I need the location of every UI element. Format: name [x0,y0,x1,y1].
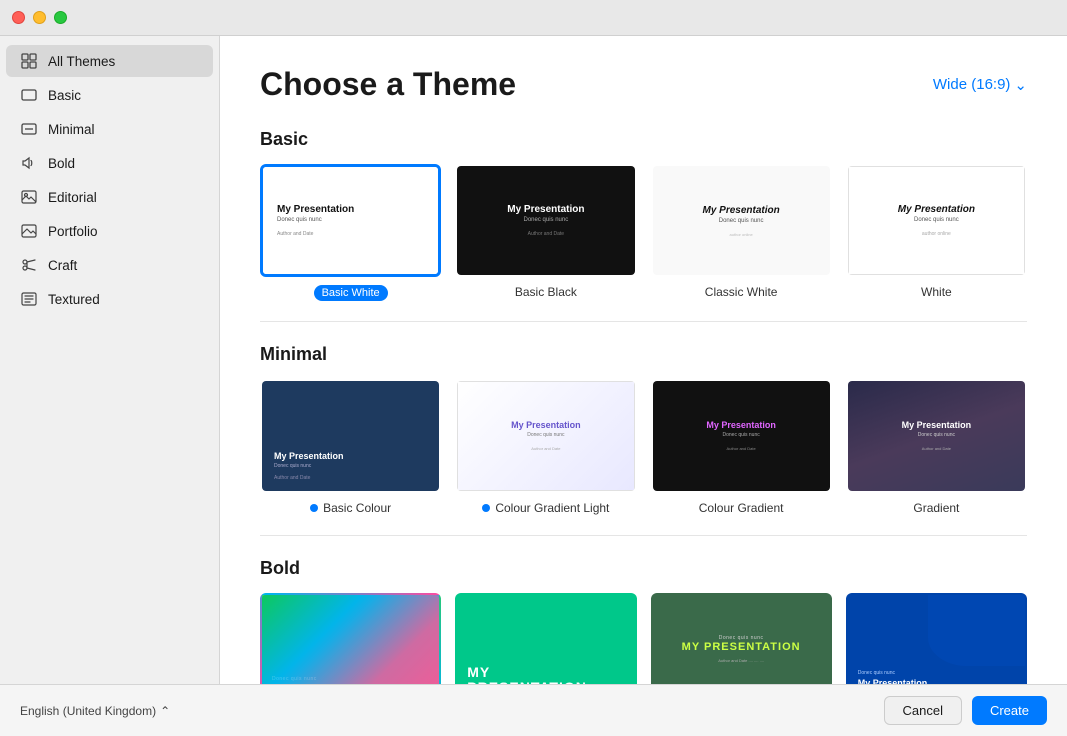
chevron-down-icon: ⌄ [1014,76,1027,94]
sidebar-label-craft: Craft [48,258,77,273]
theme-item-basic-white[interactable]: My Presentation Donec quis nunc Author a… [260,164,441,301]
theme-grid-minimal: My Presentation Donec quis nunc Author a… [260,379,1027,514]
bottom-bar: English (United Kingdom) ⌃ Cancel Create [0,684,1067,736]
cancel-button[interactable]: Cancel [884,696,962,725]
language-label: English (United Kingdom) [20,704,156,718]
image-icon [20,222,38,240]
theme-label-basic-colour: Basic Colour [310,501,391,515]
sidebar-item-craft[interactable]: Craft [6,249,213,281]
bottom-buttons: Cancel Create [884,696,1048,725]
section-heading-minimal: Minimal [260,344,1027,365]
megaphone-icon [20,154,38,172]
sidebar-item-basic[interactable]: Basic [6,79,213,111]
close-button[interactable] [12,11,25,24]
sidebar-item-editorial[interactable]: Editorial [6,181,213,213]
maximize-button[interactable] [54,11,67,24]
sidebar-label-all-themes: All Themes [48,54,115,69]
texture-icon [20,290,38,308]
main-content: Choose a Theme Wide (16:9) ⌄ Basic My Pr… [220,36,1067,684]
theme-item-colour-gradient-light[interactable]: My Presentation Donec quis nunc Author a… [455,379,636,514]
theme-thumbnail-colour-gradient[interactable]: My Presentation Donec quis nunc Author a… [651,379,832,492]
theme-thumbnail-basic-black[interactable]: My Presentation Donec quis nunc Author a… [455,164,636,277]
theme-item-basic-colour[interactable]: My Presentation Donec quis nunc Author a… [260,379,441,514]
rectangle-icon [20,86,38,104]
theme-grid-basic: My Presentation Donec quis nunc Author a… [260,164,1027,301]
theme-item-bold-colour[interactable]: Donec quis nunc MY PRESENTATION Bold Col… [260,593,441,684]
theme-thumbnail-basic-white[interactable]: My Presentation Donec quis nunc Author a… [260,164,441,277]
theme-item-showcase[interactable]: MYPRESENTATION Showcase [455,593,636,684]
dot-indicator-colour-gradient-light [482,504,490,512]
sidebar-item-minimal[interactable]: Minimal [6,113,213,145]
sidebar-label-editorial: Editorial [48,190,97,205]
theme-item-white[interactable]: My Presentation Donec quis nunc author o… [846,164,1027,301]
theme-item-classic-white[interactable]: My Presentation Donec quis nunc author o… [651,164,832,301]
sidebar-label-portfolio: Portfolio [48,224,98,239]
scissors-icon [20,256,38,274]
theme-label-colour-gradient: Colour Gradient [699,501,784,515]
theme-thumbnail-gradient[interactable]: My Presentation Donec quis nunc Author a… [846,379,1027,492]
language-selector[interactable]: English (United Kingdom) ⌃ [20,704,170,718]
titlebar [0,0,1067,36]
theme-item-briefing[interactable]: Donec quis nunc MY PRESENTATION Author a… [651,593,832,684]
theme-item-academy[interactable]: Donec quis nunc My Presentation strong t… [846,593,1027,684]
grid-icon [20,52,38,70]
sidebar-label-basic: Basic [48,88,81,103]
app-body: All Themes Basic Minimal [0,36,1067,684]
theme-thumbnail-bold-colour[interactable]: Donec quis nunc MY PRESENTATION [260,593,441,684]
theme-thumbnail-showcase[interactable]: MYPRESENTATION [455,593,636,684]
theme-label-basic-white: Basic White [314,285,388,301]
theme-thumbnail-colour-gradient-light[interactable]: My Presentation Donec quis nunc Author a… [455,379,636,492]
theme-thumbnail-basic-colour[interactable]: My Presentation Donec quis nunc Author a… [260,379,441,492]
theme-thumbnail-academy[interactable]: Donec quis nunc My Presentation strong t… [846,593,1027,684]
theme-label-gradient: Gradient [913,501,959,515]
divider-minimal-bold [260,535,1027,536]
section-heading-bold: Bold [260,558,1027,579]
theme-thumbnail-briefing[interactable]: Donec quis nunc MY PRESENTATION Author a… [651,593,832,684]
section-heading-basic: Basic [260,129,1027,150]
sidebar-item-textured[interactable]: Textured [6,283,213,315]
content-header: Choose a Theme Wide (16:9) ⌄ [260,66,1027,103]
theme-thumbnail-white[interactable]: My Presentation Donec quis nunc author o… [846,164,1027,277]
theme-label-colour-gradient-light: Colour Gradient Light [482,501,609,515]
sidebar-item-all-themes[interactable]: All Themes [6,45,213,77]
sidebar-item-bold[interactable]: Bold [6,147,213,179]
theme-thumbnail-classic-white[interactable]: My Presentation Donec quis nunc author o… [651,164,832,277]
theme-label-white: White [921,285,952,299]
create-button[interactable]: Create [972,696,1047,725]
theme-label-classic-white: Classic White [705,285,778,299]
theme-item-colour-gradient[interactable]: My Presentation Donec quis nunc Author a… [651,379,832,514]
sidebar-label-bold: Bold [48,156,75,171]
theme-item-basic-black[interactable]: My Presentation Donec quis nunc Author a… [455,164,636,301]
minus-rect-icon [20,120,38,138]
page-title: Choose a Theme [260,66,516,103]
chevron-up-icon: ⌃ [160,704,170,718]
theme-label-basic-black: Basic Black [515,285,577,299]
photo-icon [20,188,38,206]
aspect-ratio-label: Wide (16:9) [933,76,1011,93]
sidebar-label-minimal: Minimal [48,122,95,137]
sidebar-label-textured: Textured [48,292,100,307]
sidebar: All Themes Basic Minimal [0,36,220,684]
aspect-ratio-selector[interactable]: Wide (16:9) ⌄ [933,76,1027,94]
theme-grid-bold: Donec quis nunc MY PRESENTATION Bold Col… [260,593,1027,684]
minimize-button[interactable] [33,11,46,24]
sidebar-item-portfolio[interactable]: Portfolio [6,215,213,247]
dot-indicator-basic-colour [310,504,318,512]
divider-basic-minimal [260,321,1027,322]
selected-badge: Basic White [314,285,388,301]
theme-item-gradient[interactable]: My Presentation Donec quis nunc Author a… [846,379,1027,514]
